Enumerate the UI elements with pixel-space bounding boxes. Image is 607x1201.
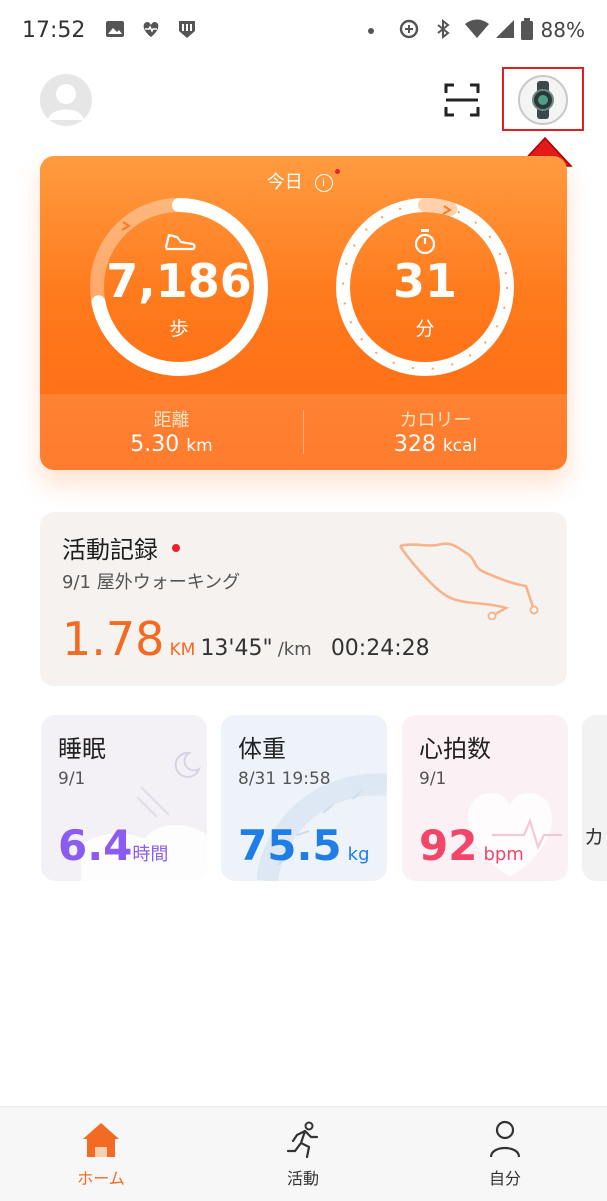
calories-label: カロリー [399,410,472,431]
signal-icon [496,20,514,38]
nav-home-label: ホーム [77,1169,125,1188]
status-bar: 17:52 88% [0,0,607,62]
watch-icon [532,81,554,119]
running-icon [286,1121,319,1159]
record-title: 活動記録 [62,536,158,564]
shoe-icon [164,233,196,251]
watch-device-button[interactable] [518,75,568,125]
status-time: 17:52 [22,18,86,43]
heart-rate-stat: 92 bpm [419,821,524,870]
sleep-title: 睡眠 [58,735,106,763]
bottom-navigation: ホーム 活動 自分 [0,1106,607,1201]
info-icon[interactable]: i [314,174,333,192]
weight-date: 8/31 19:58 [238,769,331,789]
image-icon [106,21,124,37]
heart-rate-card[interactable]: 心拍数 9/1 92 bpm [402,715,568,881]
record-distance: 1.78 [62,612,165,666]
distance-value: 5.30 [130,432,180,457]
calories-unit: kcal [442,436,478,456]
mi-fit-icon [179,21,195,38]
record-red-dot [171,544,180,552]
partial-card[interactable]: カ [582,715,607,881]
person-icon [489,1120,521,1158]
steps-value: 7,186 [106,254,252,308]
record-duration: 00:24:28 [330,636,430,661]
partial-card-label: カ [584,825,604,849]
weight-title: 体重 [238,735,286,763]
notification-dot [368,28,374,34]
stopwatch-icon [414,229,436,255]
sleep-date: 9/1 [58,769,86,789]
activity-record-card[interactable]: 活動記録 9/1 屋外ウォーキング 1.78 KM 13'45" /km 00:… [40,512,567,686]
minutes-unit: 分 [415,318,435,340]
sleep-unit: 時間 [132,844,169,865]
weight-value: 75.5 [238,821,342,870]
calories-value: 328 [393,432,436,457]
record-stats-row: 1.78 KM 13'45" /km 00:24:28 [62,612,430,666]
record-subtitle: 9/1 屋外ウォーキング [62,572,241,593]
red-dot-badge [335,169,341,174]
today-stats-row: 距離 5.30 km カロリー 328 kcal [40,394,567,470]
calories-stat: 328 kcal [304,432,567,457]
route-map-icon [398,542,539,620]
nav-me[interactable]: 自分 [404,1107,606,1201]
nav-home[interactable]: ホーム [0,1107,202,1201]
home-icon [83,1123,119,1157]
battery-percent: 88% [540,18,585,42]
distance-label: 距離 [153,410,190,431]
record-pace-unit: /km [277,639,312,660]
weight-stat: 75.5 kg [238,821,370,870]
nav-me-label: 自分 [488,1169,521,1188]
sleep-stat: 6.4時間 [58,821,168,870]
nav-activity[interactable]: 活動 [202,1107,404,1201]
bluetooth-icon [437,18,450,40]
data-saver-icon [399,19,419,39]
distance-unit: km [186,436,213,456]
scan-icon[interactable] [444,82,480,118]
avatar-placeholder-icon [48,84,84,120]
weight-card[interactable]: 体重 8/31 19:58 75.5 kg [221,715,387,881]
nav-activity-label: 活動 [286,1169,319,1188]
battery-icon [521,18,533,40]
distance-stat: 5.30 km [40,432,303,457]
profile-avatar[interactable] [40,74,92,126]
heart-rate-unit: bpm [483,844,524,865]
record-title-row: 活動記録 [62,530,180,565]
sleep-card[interactable]: 睡眠 9/1 6.4時間 [41,715,207,881]
minutes-value: 31 [392,254,457,308]
today-title: 今日 [266,172,303,193]
sleep-value: 6.4 [58,821,133,870]
heart-rate-title: 心拍数 [419,735,491,763]
heart-rate-icon [143,22,159,37]
heart-rate-date: 9/1 [419,769,447,789]
today-title-row: 今日 i [40,168,567,194]
wifi-icon [465,19,489,38]
record-distance-unit: KM [169,640,196,660]
weight-unit: kg [347,844,370,865]
steps-unit: 歩 [169,318,189,340]
heart-rate-value: 92 [419,821,478,870]
record-pace: 13'45" [200,636,273,661]
today-summary-card[interactable]: 今日 i 7,186 歩 31 分 距離 5.30 km カロリー 328 kc… [40,156,567,470]
